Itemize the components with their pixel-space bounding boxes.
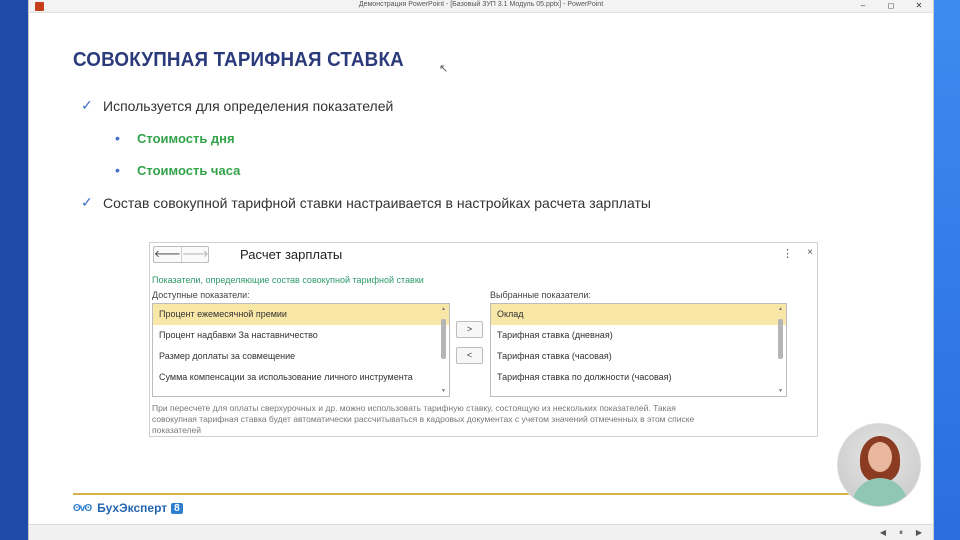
close-button[interactable]: ✕ bbox=[905, 0, 933, 13]
scroll-up-icon[interactable]: ▲ bbox=[776, 306, 785, 312]
brand-name: БухЭксперт bbox=[97, 501, 168, 515]
dialog-title: Расчет зарплаты bbox=[240, 247, 343, 262]
salary-calculation-dialog: 🡐 🡒 Расчет зарплаты ⋮ × Показатели, опре… bbox=[149, 242, 818, 437]
scroll-down-icon[interactable]: ▼ bbox=[776, 388, 785, 394]
back-arrow-icon[interactable]: 🡐 bbox=[154, 247, 181, 262]
footer-divider bbox=[73, 493, 873, 495]
checkmark-icon: ✓ bbox=[81, 97, 93, 113]
list-item[interactable]: Размер доплаты за совмещение bbox=[153, 346, 449, 367]
brand-badge: 8 bbox=[171, 502, 183, 514]
minimize-button[interactable]: – bbox=[849, 0, 877, 13]
sub-bullet-day-cost: • Стоимость дня bbox=[115, 130, 235, 146]
bullet-dot-icon: • bbox=[115, 130, 120, 146]
dialog-note: При пересчете для оплаты сверхурочных и … bbox=[152, 403, 695, 435]
slide-title: СОВОКУПНАЯ ТАРИФНАЯ СТАВКА bbox=[73, 49, 404, 71]
list-item[interactable]: Тарифная ставка (дневная) bbox=[491, 325, 786, 346]
scrollbar[interactable]: ▲ ▼ bbox=[776, 305, 785, 395]
scroll-down-icon[interactable]: ▼ bbox=[439, 388, 448, 394]
pause-icon[interactable]: ⏸ bbox=[895, 527, 907, 539]
bullet-dot-icon: • bbox=[115, 162, 120, 178]
navigation-buttons: 🡐 🡒 bbox=[153, 246, 209, 263]
list-item[interactable]: Тарифная ставка по должности (часовая) bbox=[491, 367, 786, 388]
bullet-composition: ✓ Состав совокупной тарифной ставки наст… bbox=[81, 194, 651, 211]
list-item[interactable]: Тарифная ставка (часовая) bbox=[491, 346, 786, 367]
mouse-cursor-icon: ↖ bbox=[439, 63, 449, 75]
powerpoint-window: Демонстрация PowerPoint - [Базовый ЗУП 3… bbox=[28, 0, 934, 540]
dialog-header: 🡐 🡒 Расчет зарплаты ⋮ × bbox=[150, 243, 817, 267]
more-menu-icon[interactable]: ⋮ bbox=[782, 247, 793, 260]
presenter-face bbox=[868, 442, 892, 472]
selected-indicators-list[interactable]: Оклад Тарифная ставка (дневная) Тарифная… bbox=[490, 303, 787, 397]
desktop-left-edge bbox=[0, 0, 28, 540]
sub-bullet-hour-cost: • Стоимость часа bbox=[115, 162, 240, 178]
checkmark-icon: ✓ bbox=[81, 194, 93, 210]
next-slide-icon[interactable]: ▶ bbox=[913, 527, 925, 539]
available-label: Доступные показатели: bbox=[152, 290, 250, 300]
scroll-up-icon[interactable]: ▲ bbox=[439, 306, 448, 312]
sub-bullet-day-cost-text: Стоимость дня bbox=[137, 130, 235, 146]
scrollbar-thumb[interactable] bbox=[441, 319, 446, 359]
presenter-webcam bbox=[837, 423, 921, 507]
presenter-body bbox=[852, 478, 908, 506]
owl-logo-icon: ʘvʘ bbox=[73, 502, 92, 514]
forward-arrow-icon[interactable]: 🡒 bbox=[180, 247, 209, 262]
available-indicators-list[interactable]: Процент ежемесячной премии Процент надба… bbox=[152, 303, 450, 397]
bullet-composition-text: Состав совокупной тарифной ставки настра… bbox=[103, 194, 651, 211]
add-indicator-button[interactable]: > bbox=[456, 321, 483, 338]
desktop-right-edge bbox=[932, 0, 960, 540]
selected-label: Выбранные показатели: bbox=[490, 290, 591, 300]
sub-bullet-hour-cost-text: Стоимость часа bbox=[137, 162, 241, 178]
dialog-close-icon[interactable]: × bbox=[807, 247, 813, 258]
list-item[interactable]: Процент ежемесячной премии bbox=[153, 304, 449, 325]
buhexpert-logo: ʘvʘ БухЭксперт 8 bbox=[73, 501, 183, 515]
list-item[interactable]: Сумма компенсации за использование лично… bbox=[153, 367, 449, 388]
list-item[interactable]: Процент надбавки За наставничество bbox=[153, 325, 449, 346]
bullet-usage: ✓ Используется для определения показател… bbox=[81, 97, 393, 114]
maximize-button[interactable]: ◻ bbox=[877, 0, 905, 13]
remove-indicator-button[interactable]: < bbox=[456, 347, 483, 364]
dialog-subtitle: Показатели, определяющие состав совокупн… bbox=[152, 275, 424, 285]
slideshow-status-bar: ◀ ⏸ ▶ bbox=[29, 524, 933, 540]
list-item[interactable]: Оклад bbox=[491, 304, 786, 325]
window-title: Демонстрация PowerPoint - [Базовый ЗУП 3… bbox=[358, 1, 604, 8]
previous-slide-icon[interactable]: ◀ bbox=[877, 527, 889, 539]
bullet-usage-text: Используется для определения показателей bbox=[103, 97, 394, 114]
scrollbar-thumb[interactable] bbox=[778, 319, 783, 359]
scrollbar[interactable]: ▲ ▼ bbox=[439, 305, 448, 395]
slide[interactable]: СОВОКУПНАЯ ТАРИФНАЯ СТАВКА ↖ ✓ Используе… bbox=[29, 13, 933, 524]
title-bar: Демонстрация PowerPoint - [Базовый ЗУП 3… bbox=[29, 0, 933, 13]
